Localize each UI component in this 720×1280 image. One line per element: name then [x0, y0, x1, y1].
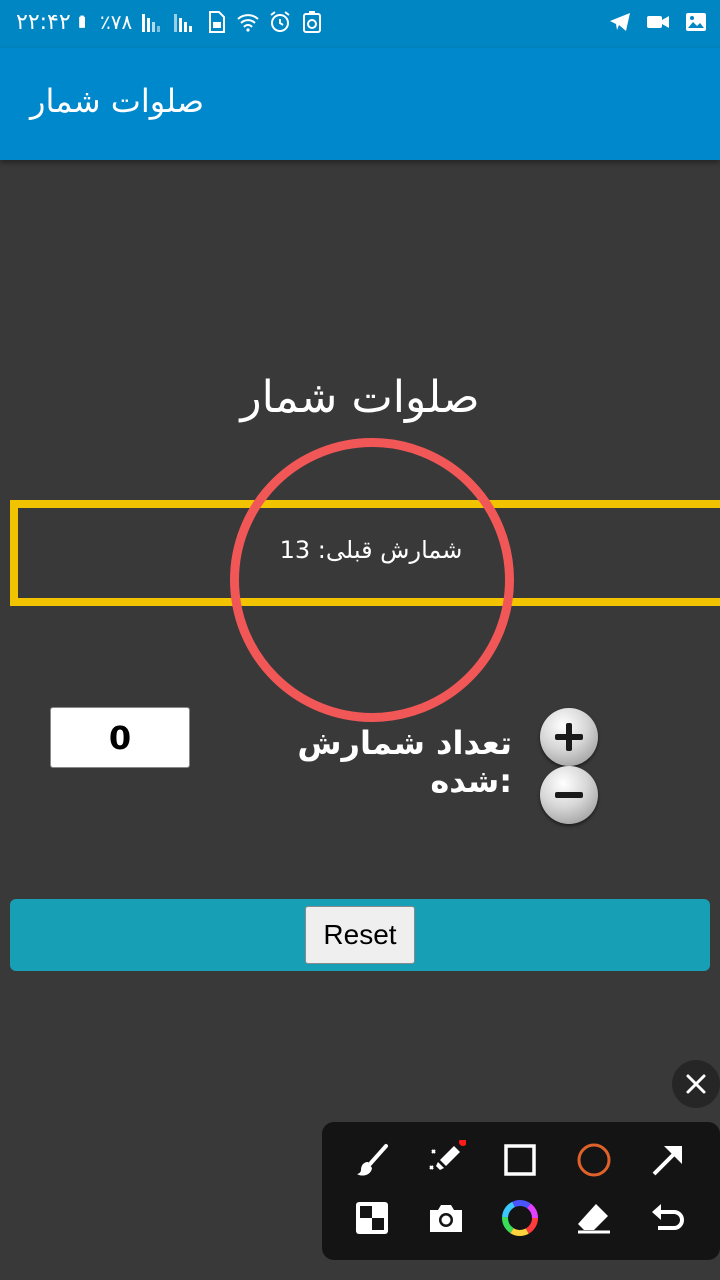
undo-icon[interactable] — [648, 1198, 688, 1238]
brush-icon[interactable] — [352, 1140, 392, 1180]
decrement-button[interactable] — [540, 766, 598, 824]
annotation-circle — [230, 438, 514, 722]
camera-icon[interactable] — [426, 1198, 466, 1238]
eraser-icon[interactable] — [574, 1198, 614, 1238]
count-label: تعداد شمارش شده: — [297, 724, 512, 800]
signal-icon — [142, 14, 161, 32]
status-bar: ۲۲:۴۲ ٪۷۸ — [0, 0, 720, 48]
battery-percent: ٪۷۸ — [100, 10, 133, 34]
close-icon — [686, 1074, 706, 1094]
rectangle-icon[interactable] — [500, 1140, 540, 1180]
app-title: صلوات شمار — [30, 82, 204, 120]
magic-marker-icon[interactable] — [426, 1140, 466, 1180]
page-heading: صلوات شمار — [240, 372, 480, 423]
recycle-icon — [303, 11, 322, 33]
sim-icon — [209, 11, 226, 33]
count-value-field: 0 — [50, 707, 190, 768]
app-bar: صلوات شمار — [0, 48, 720, 160]
arrow-icon[interactable] — [648, 1140, 688, 1180]
alarm-icon — [270, 11, 290, 32]
increment-button[interactable] — [540, 708, 598, 766]
battery-icon — [79, 15, 85, 28]
status-time: ۲۲:۴۲ — [16, 10, 71, 35]
status-left-icons: ٪۷۸ — [78, 10, 324, 34]
circle-icon[interactable] — [574, 1140, 614, 1180]
image-icon — [686, 13, 706, 31]
mosaic-icon[interactable] — [352, 1198, 392, 1238]
status-right-icons — [608, 10, 708, 34]
annotation-toolbar — [322, 1122, 720, 1260]
wifi-icon — [237, 14, 259, 32]
signal-icon — [174, 14, 193, 32]
close-toolbar-button[interactable] — [672, 1060, 720, 1108]
reset-button[interactable]: Reset — [305, 906, 415, 964]
color-wheel-icon[interactable] — [500, 1198, 540, 1238]
video-icon — [647, 16, 669, 28]
telegram-icon — [610, 13, 630, 31]
